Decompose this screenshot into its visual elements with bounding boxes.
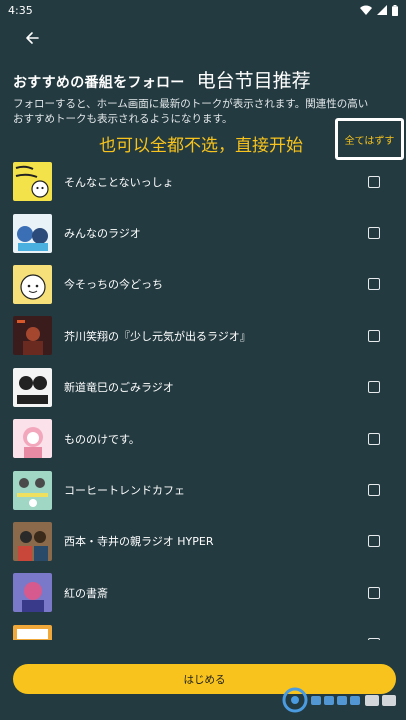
program-title: コーヒートレンドカフェ <box>64 484 185 498</box>
status-time: 4:35 <box>8 3 33 17</box>
page-title: おすすめの番組をフォロー <box>13 75 185 91</box>
program-title: そんなことないっしょ <box>64 175 174 189</box>
status-icons <box>360 4 398 16</box>
program-title: 芥川笑翔の『少し元気が出るラジオ』 <box>64 329 251 343</box>
annotation-hint: 也可以全都不选，直接开始 <box>99 136 303 156</box>
program-thumbnail <box>13 213 52 253</box>
program-row[interactable]: 新道竜巳のごみラジオ <box>0 362 406 413</box>
program-checkbox[interactable] <box>368 381 380 394</box>
program-row[interactable]: 紅の書斎 <box>0 567 406 618</box>
battery-icon <box>392 4 398 16</box>
program-checkbox[interactable] <box>368 175 380 188</box>
program-title: みんなのラジオ <box>64 227 141 241</box>
page-description: フォローすると、ホーム画面に最新のトークが表示されます。関連性の高いおすすめトー… <box>13 98 369 125</box>
title-row: おすすめの番組をフォロー 电台节目推荐 <box>13 66 311 93</box>
program-row[interactable]: そんなことないっしょ <box>0 156 406 207</box>
program-list[interactable]: そんなことないっしょ みんなのラジオ 今そっちの今どっち 芥川笑翔の『少し元気が… <box>0 156 406 640</box>
start-button-label: はじめる <box>183 673 226 686</box>
program-row[interactable]: 今そっちの今どっち <box>0 259 406 310</box>
annotation-title: 电台节目推荐 <box>196 70 311 92</box>
watermark-wordmark <box>311 695 396 706</box>
program-checkbox[interactable] <box>368 432 380 445</box>
program-checkbox[interactable] <box>368 329 380 342</box>
program-thumbnail <box>13 521 52 561</box>
program-thumbnail <box>13 316 52 356</box>
back-button[interactable] <box>18 26 46 50</box>
wifi-icon <box>360 5 372 15</box>
program-thumbnail <box>13 470 52 510</box>
program-row[interactable]: 芥川笑翔の『少し元気が出るラジオ』 <box>0 310 406 361</box>
program-checkbox[interactable] <box>368 278 380 291</box>
watermark-logo <box>282 683 404 717</box>
arrow-left-icon <box>26 32 39 44</box>
program-row[interactable]: みんなのラジオ <box>0 207 406 258</box>
program-thumbnail <box>13 367 52 407</box>
program-title: もののけです。 <box>64 432 140 446</box>
watermark-emblem-icon <box>282 687 308 713</box>
program-checkbox[interactable] <box>368 484 380 497</box>
program-thumbnail <box>13 419 52 459</box>
program-row[interactable]: コーヒートレンドカフェ <box>0 464 406 515</box>
status-bar: 4:35 <box>0 0 406 20</box>
program-thumbnail <box>13 162 52 202</box>
program-thumbnail <box>13 264 52 304</box>
program-row[interactable]: もののけです。 <box>0 413 406 464</box>
program-checkbox[interactable] <box>368 586 380 599</box>
program-row[interactable]: 西本・寺井の親ラジオ HYPER <box>0 516 406 567</box>
program-title: 紅の書斎 <box>64 586 108 600</box>
program-checkbox[interactable] <box>368 535 380 548</box>
program-checkbox[interactable] <box>368 227 380 240</box>
deselect-all-button[interactable]: 全てはずす <box>335 118 404 160</box>
program-title: 今そっちの今どっち <box>64 278 163 292</box>
program-thumbnail <box>13 573 52 613</box>
program-thumbnail <box>13 624 52 640</box>
program-title: 新道竜巳のごみラジオ <box>64 381 174 395</box>
signal-icon <box>377 5 387 15</box>
program-title: 西本・寺井の親ラジオ HYPER <box>64 535 214 549</box>
deselect-all-label: 全てはずす <box>344 135 395 147</box>
program-row[interactable] <box>0 619 406 640</box>
